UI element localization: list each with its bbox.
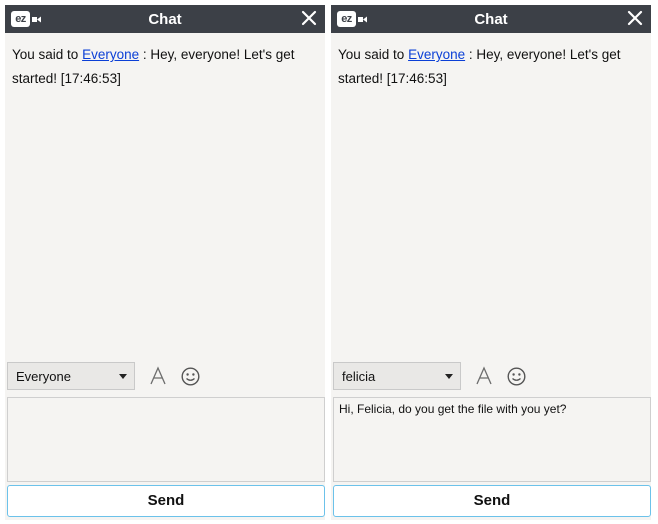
window-title: Chat — [148, 11, 182, 28]
close-icon[interactable] — [627, 10, 643, 26]
message-input[interactable]: Hi, Felicia, do you get the file with yo… — [333, 397, 651, 482]
recipient-select[interactable]: Everyone — [7, 362, 135, 390]
message-input[interactable] — [7, 397, 325, 482]
recipient-select[interactable]: felicia — [333, 362, 461, 390]
send-button[interactable]: Send — [333, 485, 651, 517]
chat-message: You said to Everyone : Hey, everyone! Le… — [12, 43, 317, 91]
title-bar: ez Chat — [5, 5, 325, 33]
title-bar: ez Chat — [331, 5, 651, 33]
message-prefix: You said to — [338, 47, 409, 62]
chat-panel-left: ez Chat You said to Everyone : Hey, ever… — [5, 5, 325, 520]
chat-panel-right: ez Chat You said to Everyone : Hey, ever… — [331, 5, 651, 520]
chat-message: You said to Everyone : Hey, everyone! Le… — [338, 43, 643, 91]
message-list: You said to Everyone : Hey, everyone! Le… — [338, 43, 643, 91]
message-list: You said to Everyone : Hey, everyone! Le… — [12, 43, 317, 91]
dropdown-arrow-icon — [445, 374, 453, 379]
emoji-icon[interactable] — [507, 367, 526, 386]
recipient-link[interactable]: Everyone — [408, 47, 465, 62]
window-title: Chat — [474, 11, 508, 28]
font-icon[interactable] — [475, 366, 493, 386]
font-icon[interactable] — [149, 366, 167, 386]
dropdown-arrow-icon — [119, 374, 127, 379]
close-icon[interactable] — [301, 10, 317, 26]
emoji-icon[interactable] — [181, 367, 200, 386]
recipient-select-value: felicia — [342, 369, 376, 384]
recipient-link[interactable]: Everyone — [82, 47, 139, 62]
send-button[interactable]: Send — [7, 485, 325, 517]
message-prefix: You said to — [12, 47, 83, 62]
recipient-select-value: Everyone — [16, 369, 71, 384]
